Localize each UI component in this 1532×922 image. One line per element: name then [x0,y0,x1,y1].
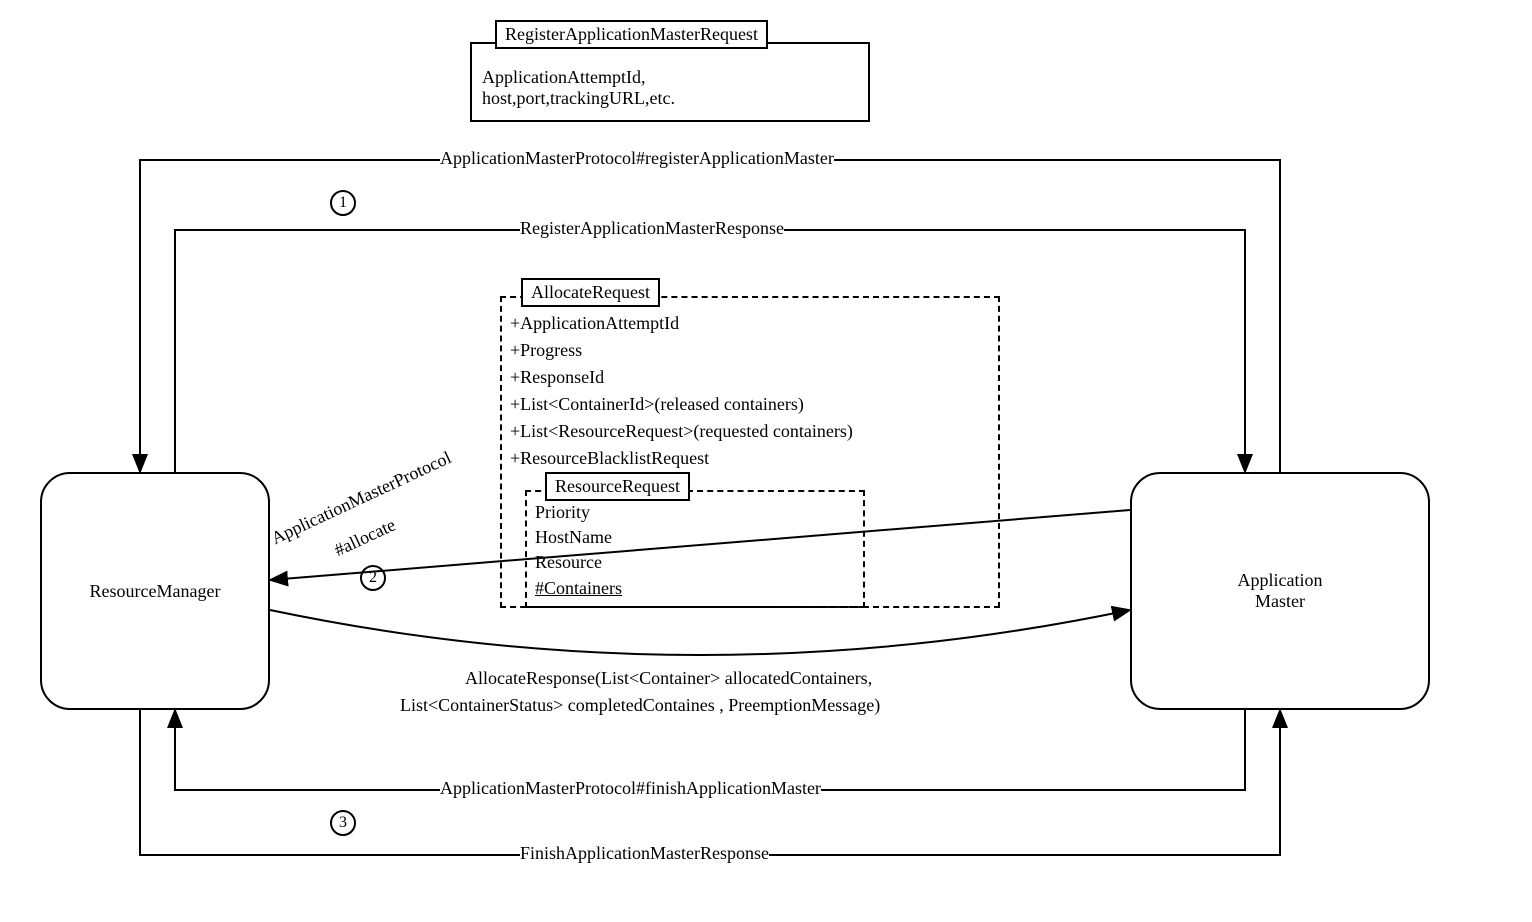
arrow1-response-label: RegisterApplicationMasterResponse [520,218,784,239]
register-request-box: ApplicationAttemptId, host,port,tracking… [470,42,870,122]
arrow2-response-label-2: List<ContainerStatus> completedContaines… [400,695,880,716]
step-2-number: 2 [369,569,377,587]
allocate-request-title: AllocateRequest [521,278,660,307]
arrow1-request-label: ApplicationMasterProtocol#registerApplic… [440,148,834,169]
rr-field-1: Priority [535,500,622,525]
step-3-marker: 3 [330,810,356,836]
application-master-label-1: Application [1238,570,1323,591]
resource-request-title: ResourceRequest [545,472,690,501]
allocate-fields: +ApplicationAttemptId +Progress +Respons… [510,310,853,472]
rr-field-2: HostName [535,525,622,550]
arrow3-request-label: ApplicationMasterProtocol#finishApplicat… [440,778,821,799]
allocate-field-5: +List<ResourceRequest>(requested contain… [510,418,853,445]
resource-manager-node: ResourceManager [40,472,270,710]
arrow3-response-label: FinishApplicationMasterResponse [520,843,769,864]
register-body-line2: host,port,trackingURL,etc. [482,88,858,109]
step-1-marker: 1 [330,190,356,216]
arrow2-request-label-2: #allocate [331,515,399,561]
application-master-node: Application Master [1130,472,1430,710]
step-1-number: 1 [339,194,347,212]
allocate-field-2: +Progress [510,337,853,364]
allocate-field-4: +List<ContainerId>(released containers) [510,391,853,418]
application-master-label-2: Master [1255,591,1305,612]
step-3-number: 3 [339,814,347,832]
resource-request-fields: Priority HostName Resource #Containers [535,500,622,601]
arrow2-response-label-1: AllocateResponse(List<Container> allocat… [465,668,872,689]
rr-field-4: #Containers [535,576,622,601]
register-request-title: RegisterApplicationMasterRequest [495,20,768,49]
register-body-line1: ApplicationAttemptId, [482,67,858,88]
allocate-field-3: +ResponseId [510,364,853,391]
resource-manager-label: ResourceManager [90,581,221,602]
rr-field-3: Resource [535,550,622,575]
allocate-field-1: +ApplicationAttemptId [510,310,853,337]
allocate-field-6: +ResourceBlacklistRequest [510,445,853,472]
step-2-marker: 2 [360,565,386,591]
